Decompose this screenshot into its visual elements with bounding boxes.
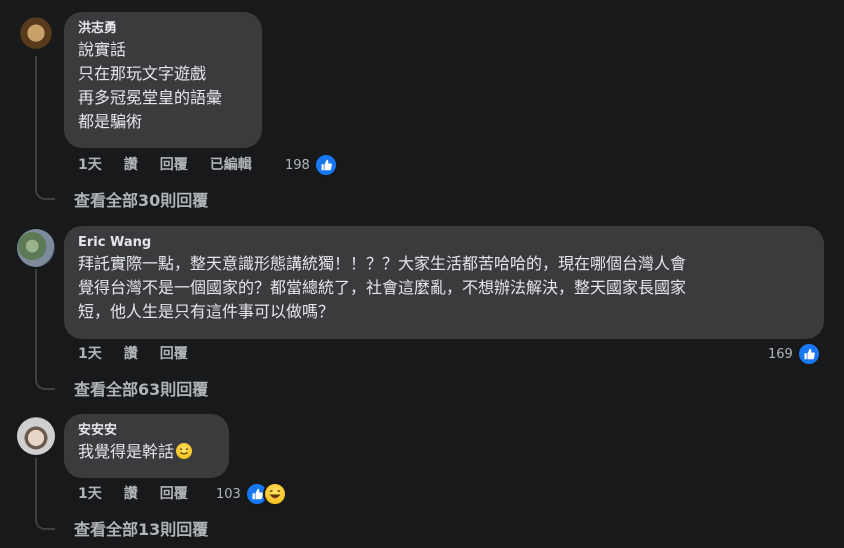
view-all-replies-link[interactable]: 查看全部13則回覆 bbox=[74, 516, 208, 540]
timestamp-link[interactable]: 1天 bbox=[78, 156, 102, 174]
comment-actions: 1天 讚 回覆 bbox=[78, 485, 188, 503]
comment-text-line: 短，他人生是只有這件事可以做嗎？ bbox=[78, 302, 335, 321]
reaction-count: 169 bbox=[768, 346, 793, 362]
sweat-smile-emoji bbox=[176, 443, 193, 459]
comment-bubble: Eric Wang 拜託實際一點，整天意識形態講統獨！！？？大家生活都苦哈哈的，… bbox=[64, 226, 824, 339]
comment-text-line: 再多冠冕堂皇的語彙 bbox=[78, 88, 223, 107]
comment-text-line: 拜託實際一點，整天意識形態講統獨！！？？大家生活都苦哈哈的，現在哪個台灣人會 bbox=[78, 254, 687, 273]
reaction-summary[interactable]: 169 bbox=[768, 342, 821, 366]
reply-thread-line bbox=[35, 458, 55, 530]
like-button[interactable]: 讚 bbox=[124, 485, 138, 503]
like-icon bbox=[313, 153, 338, 177]
like-button[interactable]: 讚 bbox=[124, 156, 138, 174]
comment-text-line: 我覺得是幹話 bbox=[78, 440, 215, 464]
comment-text-line: 都是騙術 bbox=[78, 112, 143, 131]
avatar[interactable] bbox=[17, 229, 55, 267]
comment-text-line: 覺得台灣不是一個國家的？都當總統了，社會這麼亂，不想辦法解決，整天國家長國家 bbox=[78, 278, 687, 297]
comment-text: 我覺得是幹話 bbox=[78, 442, 175, 461]
like-button[interactable]: 讚 bbox=[124, 345, 138, 363]
edited-label[interactable]: 已編輯 bbox=[210, 156, 252, 174]
reaction-summary[interactable]: 103 bbox=[216, 482, 287, 506]
comment-author[interactable]: Eric Wang bbox=[78, 234, 810, 252]
avatar[interactable] bbox=[17, 16, 55, 54]
reaction-count: 103 bbox=[216, 486, 241, 502]
reply-button[interactable]: 回覆 bbox=[160, 345, 188, 363]
view-all-replies-link[interactable]: 查看全部30則回覆 bbox=[74, 187, 208, 211]
comment-bubble: 洪志勇 說實話 只在那玩文字遊戲 再多冠冕堂皇的語彙 都是騙術 bbox=[64, 12, 262, 148]
reaction-summary[interactable]: 198 bbox=[285, 153, 338, 177]
haha-icon bbox=[262, 482, 287, 506]
reaction-count: 198 bbox=[285, 157, 310, 173]
avatar[interactable] bbox=[17, 417, 55, 455]
like-icon bbox=[796, 342, 821, 366]
comment-actions: 1天 讚 回覆 已編輯 bbox=[78, 156, 252, 174]
view-all-replies-link[interactable]: 查看全部63則回覆 bbox=[74, 376, 208, 400]
comment-bubble: 安安安 我覺得是幹話 bbox=[64, 414, 229, 478]
reply-button[interactable]: 回覆 bbox=[160, 485, 188, 503]
comment-actions: 1天 讚 回覆 bbox=[78, 345, 188, 363]
reply-thread-line bbox=[35, 56, 55, 200]
comment-author[interactable]: 安安安 bbox=[78, 422, 215, 440]
comment-text-line: 只在那玩文字遊戲 bbox=[78, 64, 207, 83]
comment-author[interactable]: 洪志勇 bbox=[78, 20, 248, 38]
comment-text-line: 說實話 bbox=[78, 40, 127, 59]
timestamp-link[interactable]: 1天 bbox=[78, 485, 102, 503]
reply-button[interactable]: 回覆 bbox=[160, 156, 188, 174]
timestamp-link[interactable]: 1天 bbox=[78, 345, 102, 363]
comment-thread: 洪志勇 說實話 只在那玩文字遊戲 再多冠冕堂皇的語彙 都是騙術 1天 讚 回覆 … bbox=[0, 0, 844, 548]
reply-thread-line bbox=[35, 269, 55, 390]
